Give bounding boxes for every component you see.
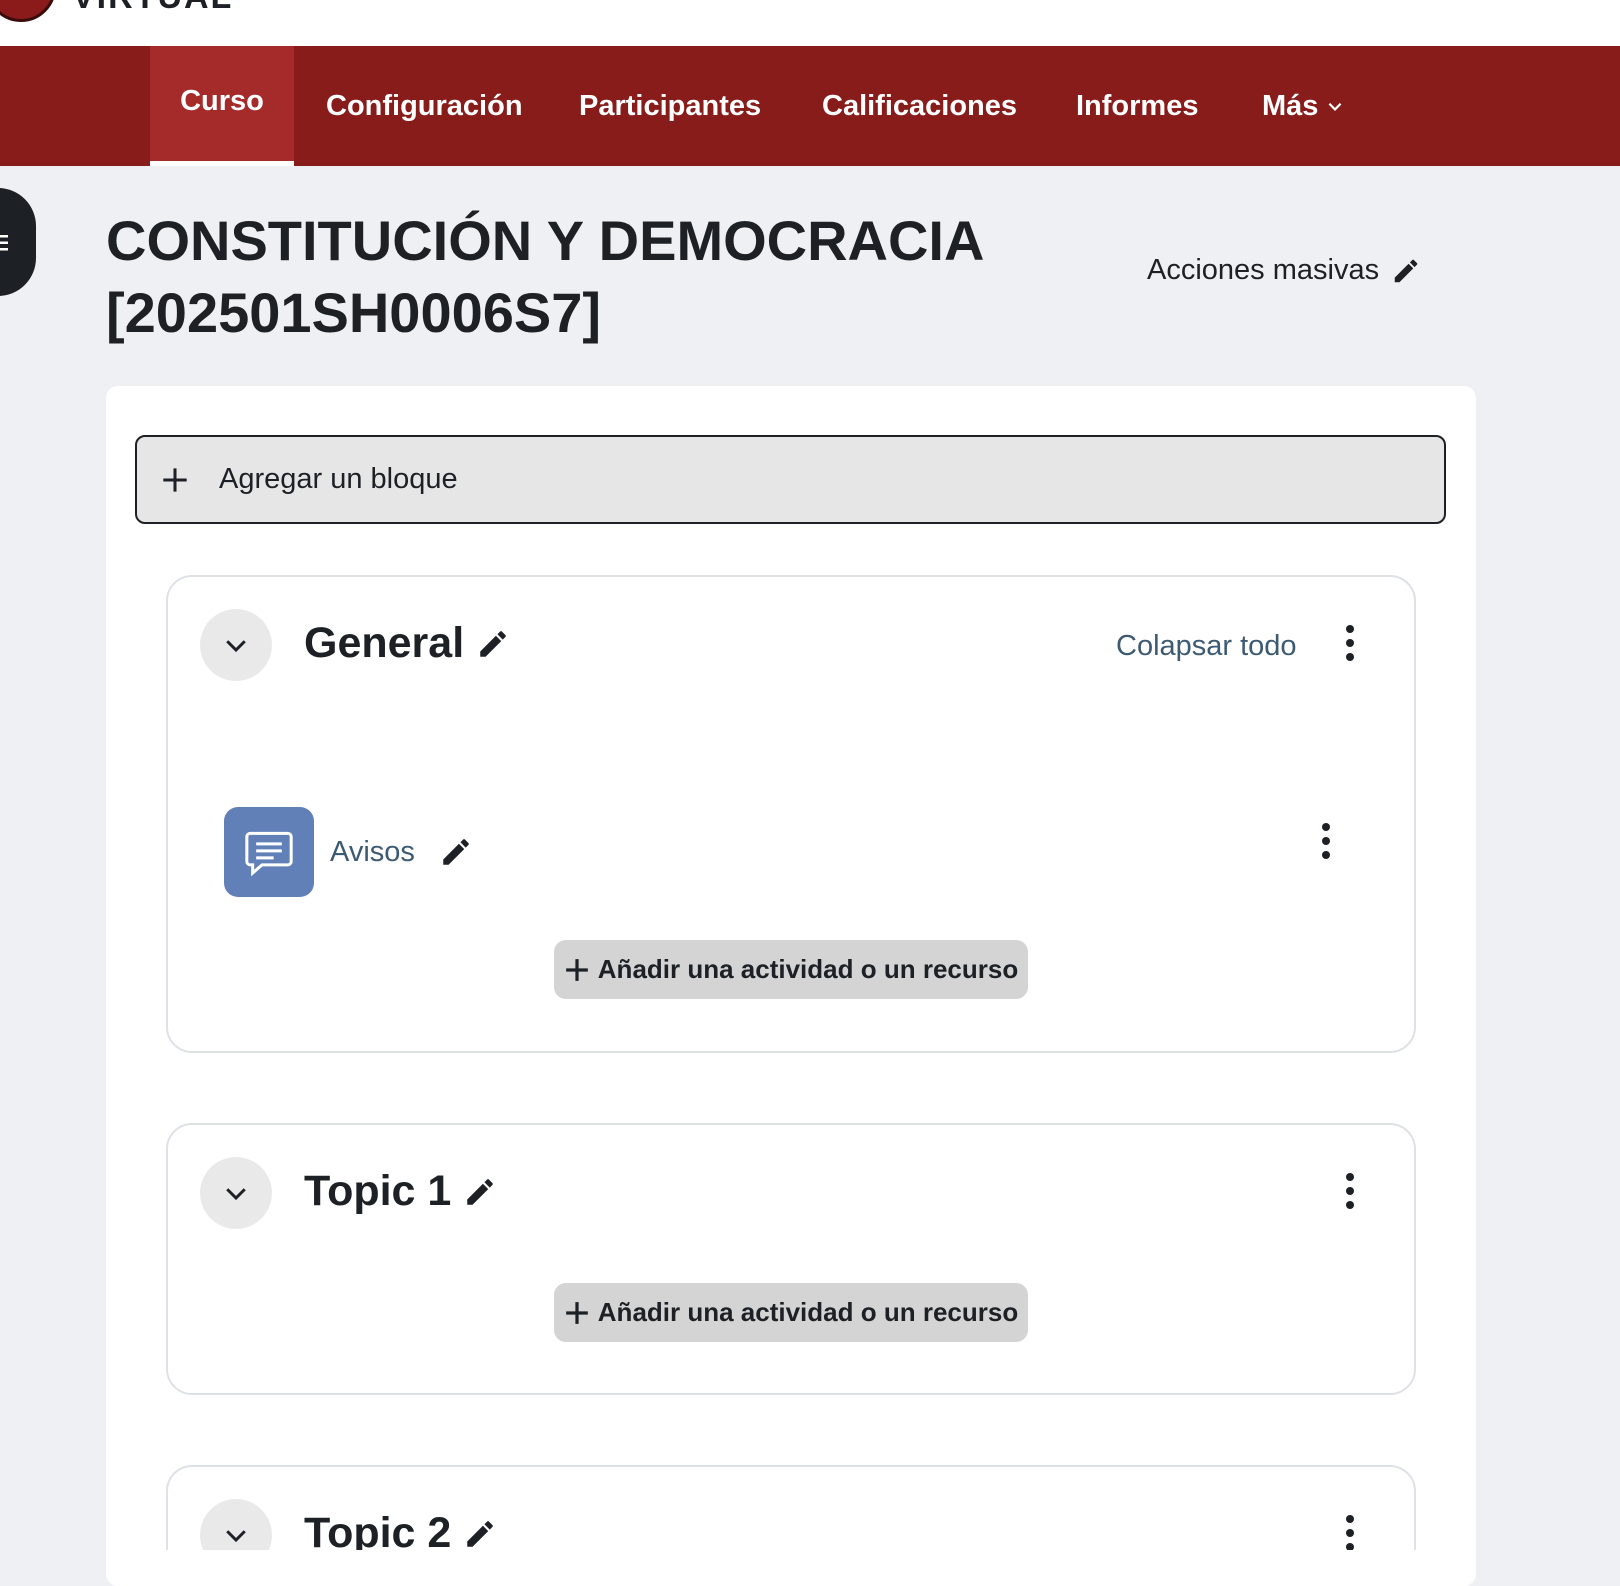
chevron-down-icon [226, 1530, 246, 1543]
activity-name[interactable]: Avisos [330, 836, 415, 869]
nav-tab-label: Informes [1076, 89, 1199, 122]
nav-tab-mas[interactable]: Más [1262, 46, 1344, 166]
add-activity-button[interactable]: Añadir una actividad o un recurso [554, 940, 1028, 999]
nav-tab-calificaciones[interactable]: Calificaciones [822, 46, 1017, 166]
section-collapse-button[interactable] [200, 609, 272, 681]
kebab-menu-icon[interactable] [1340, 1513, 1360, 1550]
section-topic-2: Topic 2 [166, 1465, 1416, 1550]
nav-tab-curso[interactable]: Curso [150, 46, 294, 166]
bulk-actions-label: Acciones masivas [1147, 254, 1380, 286]
collapse-all-link[interactable]: Colapsar todo [1116, 630, 1297, 663]
section-topic-1: Topic 1 Añadir una actividad o un recurs… [166, 1123, 1416, 1395]
chevron-down-icon [226, 640, 246, 653]
pencil-icon[interactable] [463, 1175, 497, 1209]
section-title: Topic 2 [304, 1509, 497, 1550]
add-activity-button[interactable]: Añadir una actividad o un recurso [554, 1283, 1028, 1342]
add-block-label: Agregar un bloque [219, 463, 458, 495]
bulk-actions-button[interactable]: Acciones masivas [1147, 254, 1421, 287]
add-block-button[interactable]: Agregar un bloque [135, 435, 1446, 524]
kebab-menu-icon[interactable] [1340, 1171, 1360, 1211]
pencil-icon[interactable] [476, 627, 510, 661]
chevron-down-icon [1329, 102, 1342, 111]
section-title-text[interactable]: General [304, 619, 464, 668]
section-collapse-button[interactable] [200, 1499, 272, 1550]
nav-tab-label: Configuración [326, 89, 523, 122]
section-title: Topic 1 [304, 1167, 497, 1216]
kebab-menu-icon[interactable] [1340, 623, 1360, 663]
top-header: VIRTUAL [0, 0, 1620, 46]
nav-tab-label: Más [1262, 89, 1319, 122]
nav-tab-participantes[interactable]: Participantes [579, 46, 761, 166]
logo-icon[interactable] [0, 0, 56, 22]
drawer-toggle-button[interactable] [0, 188, 36, 296]
section-general: General Colapsar todo Avisos Añadir una … [166, 575, 1416, 1053]
forum-icon[interactable] [224, 807, 314, 897]
plus-icon [565, 1301, 588, 1324]
pencil-icon [1394, 259, 1418, 282]
section-title-text[interactable]: Topic 2 [304, 1509, 451, 1550]
activity-item-avisos: Avisos [224, 807, 473, 897]
chevron-down-icon [226, 1188, 246, 1201]
nav-tab-informes[interactable]: Informes [1076, 46, 1198, 166]
section-title: General [304, 619, 510, 668]
pencil-icon[interactable] [439, 835, 473, 869]
nav-tab-configuracion[interactable]: Configuración [326, 46, 523, 166]
pencil-icon[interactable] [463, 1517, 497, 1551]
plus-icon [565, 958, 588, 981]
nav-tab-label: Participantes [579, 89, 762, 122]
logo-text: VIRTUAL [72, 0, 233, 17]
section-collapse-button[interactable] [200, 1157, 272, 1229]
add-activity-label: Añadir una actividad o un recurso [597, 954, 1019, 984]
section-title-text[interactable]: Topic 1 [304, 1167, 451, 1216]
chat-bubble-icon [245, 831, 293, 877]
nav-tab-label: Curso [180, 85, 264, 117]
kebab-menu-icon[interactable] [1316, 821, 1336, 861]
page-title: CONSTITUCIÓN Y DEMOCRACIA [202501SH0006S… [106, 209, 983, 344]
plus-icon [163, 467, 187, 492]
menu-icon [0, 235, 8, 251]
nav-tab-label: Calificaciones [822, 89, 1018, 122]
add-activity-label: Añadir una actividad o un recurso [597, 1297, 1019, 1327]
course-navigation: Curso Configuración Participantes Califi… [0, 46, 1620, 166]
